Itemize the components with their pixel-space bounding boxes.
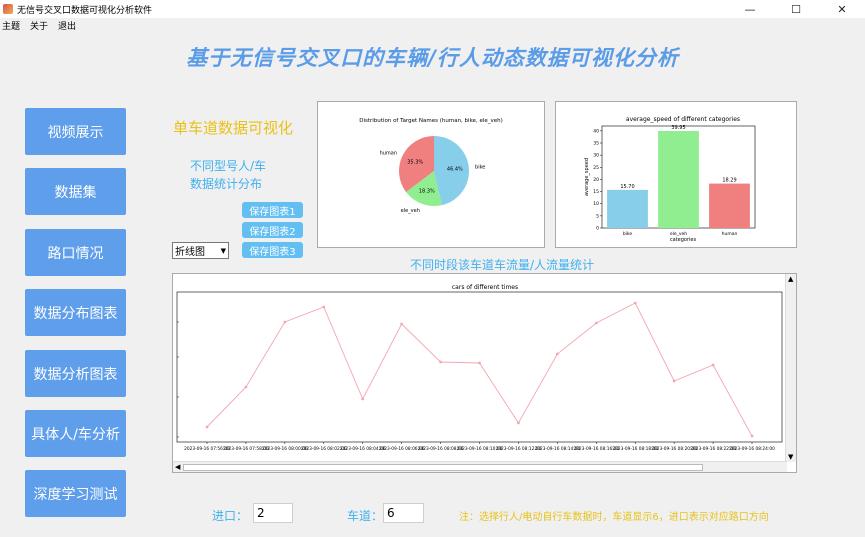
nav-dataset-button[interactable]: 数据集 [25, 168, 126, 215]
line-point [361, 397, 365, 401]
bar-ytick-label: 40 [593, 128, 599, 134]
bar-category-label-bike: bike [623, 231, 633, 237]
save-chart1-button[interactable]: 保存图表1 [242, 202, 303, 218]
bar-ylabel: average_speed [584, 158, 590, 196]
pie-percent-ele_veh: 18.3% [419, 189, 435, 195]
line-point [633, 301, 637, 305]
page-title: 基于无信号交叉口的车辆/行人动态数据可视化分析 [186, 46, 679, 70]
line-point [594, 321, 598, 325]
chevron-down-icon: ▼ [220, 247, 226, 255]
pie-percent-bike: 46.4% [447, 167, 463, 173]
nav-video-button[interactable]: 视频展示 [25, 108, 126, 155]
bar-ytick-label: 30 [593, 153, 599, 159]
note-text: 注：选择行人/电动自行车数据时，车道显示6，进口表示对应路口方向 [459, 512, 769, 523]
minimize-button[interactable]: — [727, 0, 773, 18]
lane-input[interactable]: 6 [383, 503, 424, 523]
pie-chart: Distribution of Target Names (human, bik… [359, 118, 503, 214]
bar-value-label-ele_veh: 39.95 [671, 125, 685, 131]
horizontal-scrollbar[interactable]: ◀ [173, 461, 787, 472]
bar-xlabel: categories [670, 237, 697, 243]
line-chart: cars of different times 2023-09-16 07:56… [176, 284, 783, 452]
scroll-up-icon[interactable]: ▲ [788, 275, 793, 283]
line-axes-frame [176, 291, 783, 443]
bar-title: average_speed of different categories [626, 116, 740, 123]
line-point [439, 360, 442, 364]
bar-chart: average_speed of different categories ca… [584, 116, 756, 243]
close-button[interactable]: ✕ [819, 0, 865, 18]
window-title: 无信号交叉口数据可视化分析软件 [17, 5, 153, 16]
scrollbar-thumb[interactable] [183, 464, 703, 471]
bar-ytick-label: 20 [593, 177, 599, 183]
menu-bar: 主题 关于 退出 [0, 18, 865, 32]
bar-ytick-label: 25 [593, 165, 599, 171]
flow-title: 不同时段该车道车流量/人流量统计 [410, 258, 595, 272]
pie-label-bike: bike [475, 164, 485, 170]
line-point [205, 425, 209, 429]
bar-ele_veh [658, 130, 699, 228]
line-point [672, 379, 676, 383]
stats-label-line2: 数据统计分布 [190, 177, 263, 191]
menu-theme[interactable]: 主题 [2, 19, 20, 32]
nav-deep-learning-button[interactable]: 深度学习测试 [25, 470, 126, 517]
line-title: cars of different times [452, 284, 518, 291]
line-point [750, 434, 754, 438]
bar-category-label-human: human [722, 231, 738, 237]
bar-bike [607, 189, 648, 228]
line-point [244, 385, 248, 389]
bar-category-label-ele_veh: ele_veh [670, 231, 687, 237]
line-xtick-label: 2023-09-16 08:24:00 [729, 446, 775, 452]
app-icon [3, 4, 13, 14]
scroll-down-icon[interactable]: ▼ [788, 453, 793, 461]
scroll-left-icon[interactable]: ◀ [175, 463, 180, 471]
nav-specific-analysis-button[interactable]: 具体人/车分析 [25, 410, 126, 457]
line-point [322, 305, 326, 309]
bar-chart-panel: average_speed of different categories ca… [555, 101, 797, 248]
nav-distribution-chart-button[interactable]: 数据分布图表 [25, 289, 126, 336]
nav-intersection-button[interactable]: 路口情况 [25, 229, 126, 276]
line-point [555, 352, 559, 356]
vertical-scrollbar[interactable]: ▲ ▼ [785, 274, 796, 462]
app-window: 无信号交叉口数据可视化分析软件 — ☐ ✕ 主题 关于 退出 基于无信号交叉口的… [0, 0, 865, 537]
maximize-button[interactable]: ☐ [773, 0, 819, 18]
entrance-input[interactable]: 2 [253, 503, 293, 523]
pie-label-human: human [380, 151, 397, 157]
bar-ytick-label: 0 [596, 226, 599, 232]
stats-label-line1: 不同型号人/车 [190, 159, 267, 173]
bar-value-label-human: 18.29 [722, 178, 736, 184]
bar-ytick-label: 35 [593, 141, 599, 147]
pie-title: Distribution of Target Names (human, bik… [359, 118, 503, 124]
bar-ytick-label: 10 [593, 201, 599, 207]
bar-human [709, 183, 750, 228]
pie-percent-human: 35.3% [407, 160, 423, 166]
lane-label: 车道： [347, 509, 384, 523]
chart-type-value: 折线图 [175, 247, 205, 258]
bar-ytick-label: 15 [593, 189, 599, 195]
pie-chart-panel: Distribution of Target Names (human, bik… [317, 101, 545, 248]
save-chart3-button[interactable]: 保存图表3 [242, 242, 303, 258]
line-point [283, 320, 287, 324]
entrance-label: 进口： [212, 509, 249, 523]
line-point [711, 363, 715, 367]
bar-value-label-bike: 15.70 [620, 184, 634, 190]
save-chart2-button[interactable]: 保存图表2 [242, 222, 303, 238]
nav-analysis-chart-button[interactable]: 数据分析图表 [25, 350, 126, 397]
menu-exit[interactable]: 退出 [58, 19, 76, 32]
title-bar: 无信号交叉口数据可视化分析软件 — ☐ ✕ [0, 0, 865, 18]
bar-ytick-label: 5 [596, 213, 599, 219]
section-title: 单车道数据可视化 [173, 119, 294, 137]
line-series [206, 302, 753, 437]
line-chart-panel: cars of different times 2023-09-16 07:56… [172, 273, 797, 473]
pie-label-ele_veh: ele_veh [401, 208, 420, 214]
line-point [478, 361, 481, 365]
line-point [400, 322, 404, 326]
line-point [517, 421, 520, 425]
menu-about[interactable]: 关于 [30, 19, 48, 32]
chart-type-select[interactable]: 折线图 ▼ [172, 242, 229, 259]
